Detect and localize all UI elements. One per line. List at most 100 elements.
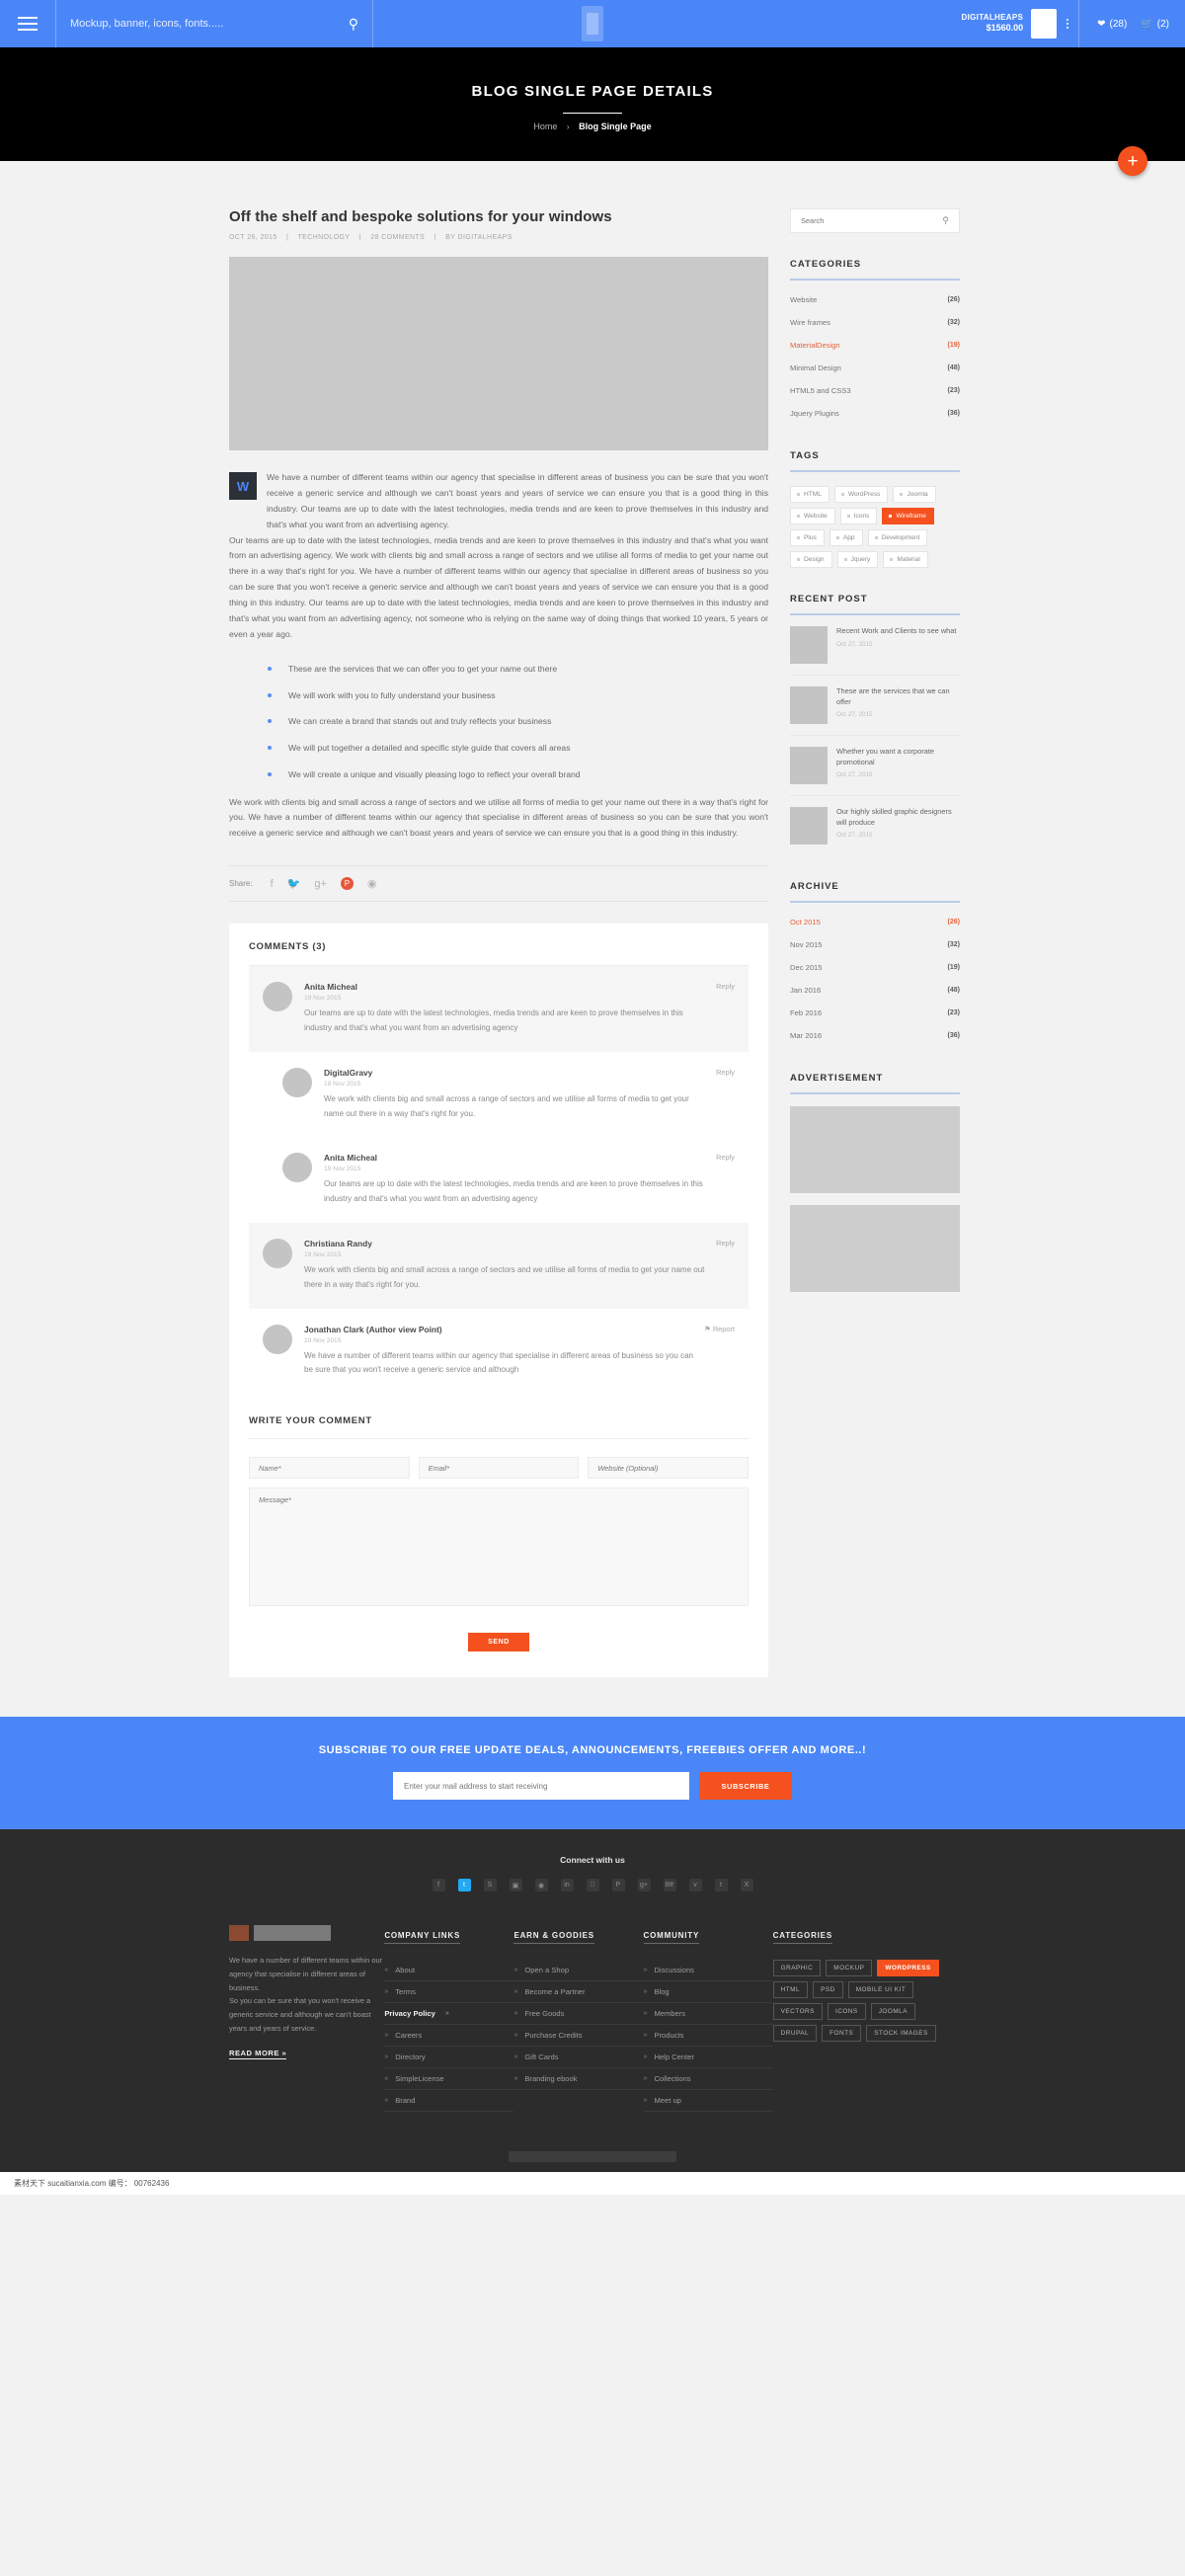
message-field[interactable] — [249, 1488, 749, 1607]
email-field[interactable] — [418, 1457, 580, 1480]
facebook-icon[interactable]: f — [432, 1879, 445, 1892]
footer-link-discussions[interactable]: » Discussions — [643, 1960, 773, 1982]
archive-item-dec-2015[interactable]: Dec 2015 (19) — [790, 956, 960, 979]
footer-tag-stock-images[interactable]: STOCK IMAGES — [866, 2025, 936, 2043]
footer-tag-mockup[interactable]: MOCKUP — [826, 1960, 873, 1977]
facebook-icon[interactable]: f — [271, 878, 274, 890]
sidebar-item-website[interactable]: Website (26) — [790, 288, 960, 311]
footer-link-become-a-partner[interactable]: » Become a Partner — [514, 1981, 644, 2004]
reply-button[interactable]: Reply — [706, 1153, 735, 1207]
archive-item-nov-2015[interactable]: Nov 2015 (32) — [790, 933, 960, 956]
footer-tag-wordpress[interactable]: WORDPRESS — [877, 1960, 939, 1977]
sidebar-item-minimaldesign[interactable]: Minimal Design (48) — [790, 357, 960, 379]
search-icon[interactable]: ⚲ — [942, 215, 949, 226]
menu-icon[interactable] — [0, 0, 55, 47]
footer-tag-html[interactable]: HTML — [772, 1981, 809, 1999]
list-item[interactable]: Whether you want a corporate promotional… — [790, 736, 960, 796]
tag-wireframe[interactable]: Wireframe — [882, 508, 934, 524]
footer-tag-icons[interactable]: ICONS — [827, 2003, 866, 2021]
behance-icon[interactable]: Bē — [663, 1879, 676, 1892]
archive-item-jan-2016[interactable]: Jan 2016 (48) — [790, 979, 960, 1002]
read-more-link[interactable]: READ MORE » — [229, 2049, 287, 2060]
linkedin-icon[interactable]: in — [560, 1879, 574, 1892]
tag-joomla[interactable]: Joomla — [893, 486, 936, 503]
pinterest-icon[interactable]: P — [340, 877, 354, 891]
google-plus-icon[interactable]: g+ — [637, 1879, 651, 1892]
footer-link-gift-cards[interactable]: » Gift Cards — [514, 2047, 644, 2069]
footer-link-members[interactable]: » Members — [643, 2003, 773, 2026]
twitter-icon[interactable]: 🐦 — [287, 877, 301, 890]
sidebar-item-jqueryplugins[interactable]: Jquery Plugins (36) — [790, 402, 960, 425]
archive-item-mar-2016[interactable]: Mar 2016 (36) — [790, 1024, 960, 1047]
footer-link-products[interactable]: » Products — [643, 2025, 773, 2048]
wishlist-button[interactable]: ❤ (28) — [1097, 19, 1127, 30]
sidebar-item-html5css3[interactable]: HTML5 and CSS3 (23) — [790, 379, 960, 402]
post-comment-count[interactable]: 28 COMMENTS — [370, 234, 425, 241]
reply-button[interactable]: Reply — [706, 1068, 735, 1122]
reply-button[interactable]: Reply — [706, 982, 735, 1036]
footer-logo[interactable] — [229, 1925, 384, 1942]
footer-link-collections[interactable]: » Collections — [643, 2068, 773, 2091]
archive-item-feb-2016[interactable]: Feb 2016 (23) — [790, 1002, 960, 1024]
breadcrumb-home[interactable]: Home — [533, 121, 557, 131]
footer-link-meet-up[interactable]: » Meet up — [643, 2090, 773, 2113]
sidebar-search-input[interactable] — [801, 216, 943, 225]
footer-tag-vectors[interactable]: VECTORS — [772, 2003, 823, 2021]
tag-icons[interactable]: Icons — [839, 508, 878, 524]
ad-slot[interactable] — [790, 1205, 960, 1292]
xing-icon[interactable]: X — [740, 1879, 753, 1892]
tag-development[interactable]: Development — [867, 529, 928, 546]
name-field[interactable] — [249, 1457, 410, 1480]
twitter-icon[interactable]: t — [457, 1879, 471, 1892]
footer-link-simplelicense[interactable]: » SimpleLicense — [384, 2068, 514, 2091]
global-search[interactable]: ⚲ — [56, 0, 372, 47]
sidebar-item-materialdesign[interactable]: MaterialDesign (19) — [790, 334, 960, 357]
account-summary[interactable]: DIGITALHEAPS $1560.00 — [962, 13, 1024, 34]
post-category[interactable]: TECHNOLOGY — [297, 234, 350, 241]
avatar[interactable] — [1031, 9, 1058, 39]
tag-plus[interactable]: Plus — [790, 529, 825, 546]
footer-tag-psd[interactable]: PSD — [813, 1981, 843, 1999]
tag-material[interactable]: Material — [883, 551, 928, 568]
website-field[interactable] — [588, 1457, 750, 1480]
skype-icon[interactable]: S — [483, 1879, 497, 1892]
footer-tag-mobile-ui-kit[interactable]: MOBILE UI KIT — [847, 1981, 914, 1999]
dribbble-icon[interactable]: ◉ — [367, 877, 377, 890]
list-item[interactable]: Recent Work and Clients to see what Oct … — [790, 615, 960, 676]
footer-tag-graphic[interactable]: GRAPHIC — [772, 1960, 822, 1977]
footer-tag-drupal[interactable]: DRUPAL — [772, 2025, 818, 2043]
search-input[interactable] — [70, 18, 349, 30]
cart-button[interactable]: 🛒 (2) — [1141, 19, 1169, 30]
footer-link-terms[interactable]: » Terms — [384, 1981, 514, 2004]
tag-html[interactable]: HTML — [790, 486, 830, 503]
footer-tag-joomla[interactable]: JOOMLA — [870, 2003, 915, 2021]
footer-link-help-center[interactable]: » Help Center — [643, 2047, 773, 2069]
reply-button[interactable]: Reply — [706, 1239, 735, 1293]
footer-link-open-a-shop[interactable]: » Open a Shop — [514, 1960, 644, 1982]
report-button[interactable]: ⚑ Report — [694, 1325, 735, 1379]
add-button[interactable]: + — [1118, 146, 1147, 176]
ad-slot[interactable] — [790, 1106, 960, 1193]
footer-link-directory[interactable]: » Directory — [384, 2047, 514, 2069]
sidebar-item-wireframes[interactable]: Wire frames (32) — [790, 311, 960, 334]
footer-link-free-goods[interactable]: » Free Goods — [514, 2003, 644, 2026]
site-logo[interactable] — [582, 6, 603, 41]
footer-link-about[interactable]: » About — [384, 1960, 514, 1982]
archive-item-oct-2015[interactable]: Oct 2015 (26) — [790, 911, 960, 933]
tumblr-icon[interactable]: t — [714, 1879, 728, 1892]
footer-tag-fonts[interactable]: FONTS — [822, 2025, 862, 2043]
footer-link-brand[interactable]: » Brand — [384, 2090, 514, 2113]
instagram-icon[interactable]: ▣ — [509, 1879, 522, 1892]
more-options-icon[interactable] — [1057, 19, 1078, 29]
tag-website[interactable]: Website — [790, 508, 835, 524]
google-plus-icon[interactable]: g+ — [314, 878, 327, 890]
pinterest-icon[interactable]: P — [611, 1879, 625, 1892]
tag-design[interactable]: Design — [790, 551, 832, 568]
subscribe-email-input[interactable] — [393, 1772, 689, 1801]
apple-icon[interactable]:  — [586, 1879, 599, 1892]
subscribe-button[interactable]: SUBSCRIBE — [699, 1772, 792, 1801]
list-item[interactable]: Our highly skilled graphic designers wil… — [790, 796, 960, 855]
sidebar-search[interactable]: ⚲ — [790, 208, 960, 233]
footer-link-careers[interactable]: » Careers — [384, 2025, 514, 2048]
footer-link-blog[interactable]: » Blog — [643, 1981, 773, 2004]
